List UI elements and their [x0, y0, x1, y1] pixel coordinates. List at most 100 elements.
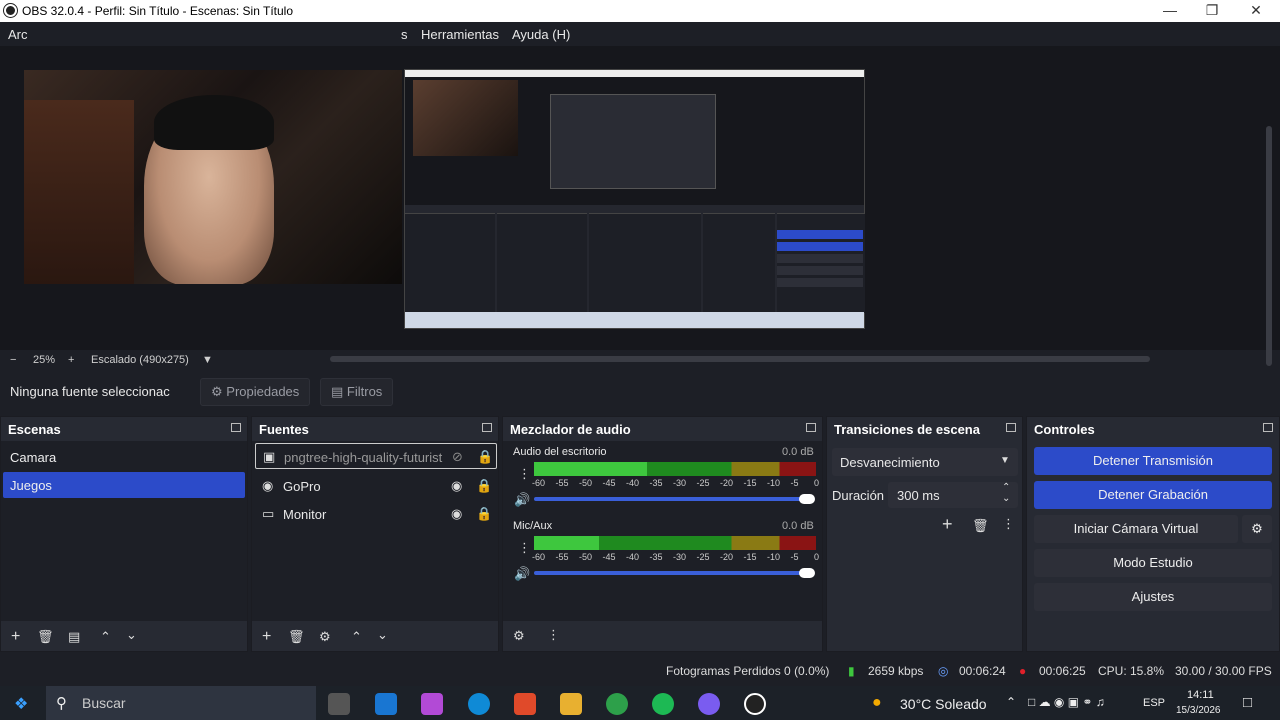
speaker-icon[interactable]: 🔊	[514, 566, 530, 582]
stop-stream-button[interactable]: Detener Transmisión	[1034, 447, 1272, 475]
undock-icon[interactable]	[1006, 423, 1016, 432]
mixer-settings-icon[interactable]: ⚙	[513, 628, 525, 644]
scene-item-selected[interactable]: Juegos	[3, 472, 245, 498]
speaker-icon[interactable]: 🔊	[514, 492, 530, 508]
preview-horizontal-scrollbar[interactable]	[330, 356, 1150, 362]
stepper-down-icon[interactable]: ⌄	[1002, 493, 1010, 504]
language-indicator[interactable]: ESP	[1143, 697, 1165, 709]
studio-mode-button[interactable]: Modo Estudio	[1034, 549, 1272, 577]
close-icon[interactable]: ✕	[1234, 0, 1278, 22]
minimize-icon[interactable]: —	[1148, 0, 1192, 22]
discord-icon[interactable]	[698, 693, 720, 715]
transition-select[interactable]: Desvanecimiento ▼	[832, 448, 1018, 476]
preview-vertical-scrollbar[interactable]	[1266, 126, 1272, 366]
filters-button[interactable]: ▤ Filtros	[320, 378, 394, 406]
zoom-out-button[interactable]: −	[10, 354, 16, 366]
move-up-icon[interactable]: ⌃	[100, 629, 111, 645]
windows-start-icon[interactable]: ❖	[14, 694, 28, 714]
scenes-title: Escenas	[8, 422, 61, 437]
more-options-icon[interactable]: ⋮	[518, 466, 531, 482]
settings-button[interactable]: Ajustes	[1034, 583, 1272, 611]
preview-canvas[interactable]	[0, 46, 1280, 366]
undock-icon[interactable]	[482, 423, 492, 432]
scene-item[interactable]: Camara	[3, 444, 245, 470]
menu-ayuda[interactable]: Ayuda (H)	[512, 27, 570, 42]
mail-icon[interactable]	[375, 693, 397, 715]
chevron-up-icon[interactable]: ⌃	[1006, 695, 1016, 709]
source-label: pngtree-high-quality-futurist	[284, 450, 443, 465]
virtual-cam-button[interactable]: Iniciar Cámara Virtual	[1034, 515, 1238, 543]
virtual-cam-settings-button[interactable]: ⚙	[1242, 515, 1272, 543]
channel-db: 0.0 dB	[782, 520, 814, 532]
stepper-up-icon[interactable]: ⌃	[1002, 482, 1010, 493]
volume-slider[interactable]	[534, 497, 806, 501]
trash-icon[interactable]: 🗑	[37, 629, 54, 645]
undock-icon[interactable]	[231, 423, 241, 432]
cpu-usage: CPU: 15.8%	[1098, 664, 1165, 678]
stop-record-button[interactable]: Detener Grabación	[1034, 481, 1272, 509]
camera-icon: ◉	[262, 478, 274, 493]
source-item[interactable]: ▭ Monitor ◉ 🔒	[255, 501, 497, 527]
eye-icon[interactable]: ◉	[451, 478, 462, 494]
store-icon[interactable]	[514, 693, 536, 715]
duration-field[interactable]: 300 ms ⌃ ⌄	[888, 482, 1018, 508]
task-view-icon[interactable]	[328, 693, 350, 715]
move-down-icon[interactable]: ⌄	[126, 627, 137, 643]
tray-icons[interactable]: □ ☁ ◉ ▣ ⚭ ♫	[1028, 695, 1105, 709]
scale-mode: Escalado (490x275)	[91, 354, 189, 366]
volume-slider[interactable]	[534, 571, 806, 575]
gear-icon[interactable]: ⚙	[319, 629, 331, 645]
stream-time: 00:06:24	[959, 664, 1006, 678]
trash-icon[interactable]: 🗑	[288, 629, 305, 645]
edge-icon[interactable]	[468, 693, 490, 715]
meter-level	[534, 462, 647, 476]
obs-taskbar-icon[interactable]	[744, 693, 766, 715]
chrome-icon[interactable]	[606, 693, 628, 715]
taskbar-search[interactable]: ⚲ Buscar	[46, 686, 316, 720]
undock-icon[interactable]	[806, 423, 816, 432]
lock-icon[interactable]: 🔒	[476, 478, 492, 494]
maximize-icon[interactable]: ❐	[1190, 0, 1234, 22]
add-source-icon[interactable]: +	[262, 628, 271, 646]
menu-partial[interactable]: s	[401, 27, 408, 42]
source-item-selected[interactable]: ▣ pngtree-high-quality-futurist ⊘ 🔒	[255, 443, 497, 469]
transitions-title: Transiciones de escena	[834, 422, 980, 437]
add-scene-icon[interactable]: +	[11, 628, 20, 646]
trash-icon[interactable]: 🗑	[972, 518, 989, 534]
scale-tick: -60	[532, 478, 546, 488]
notification-icon[interactable]: □	[1243, 694, 1252, 711]
lock-icon[interactable]: 🔒	[477, 449, 493, 465]
scenes-dock: Escenas Camara Juegos + 🗑 ▤ ⌃ ⌄	[0, 416, 248, 652]
source-item[interactable]: ◉ GoPro ◉ 🔒	[255, 473, 497, 499]
properties-button[interactable]: ⚙ Propiedades	[200, 378, 311, 406]
filter-icon[interactable]: ▤	[68, 629, 80, 645]
scale-dropdown-icon[interactable]: ▼	[202, 354, 213, 366]
clock-time[interactable]: 14:11	[1187, 689, 1214, 701]
window-title: OBS 32.0.4 - Perfil: Sin Título - Escena…	[22, 4, 294, 18]
eye-icon[interactable]: ◉	[451, 506, 462, 522]
eye-hidden-icon[interactable]: ⊘	[452, 449, 463, 465]
more-options-icon[interactable]: ⋮	[518, 540, 531, 556]
copilot-icon[interactable]	[421, 693, 443, 715]
scale-tick: -15	[743, 478, 757, 488]
move-down-icon[interactable]: ⌄	[377, 627, 388, 643]
volume-slider-knob[interactable]	[799, 494, 815, 504]
lock-icon[interactable]: 🔒	[476, 506, 492, 522]
nested-screen-capture	[404, 69, 865, 329]
weather-text[interactable]: 30°C Soleado	[900, 696, 987, 712]
explorer-icon[interactable]	[560, 693, 582, 715]
properties-label: Propiedades	[226, 384, 300, 399]
undock-icon[interactable]	[1263, 423, 1273, 432]
spotify-icon[interactable]	[652, 693, 674, 715]
filter-icon: ▤	[331, 384, 344, 399]
more-options-icon[interactable]: ⋮	[1002, 516, 1015, 532]
move-up-icon[interactable]: ⌃	[351, 629, 362, 645]
zoom-in-button[interactable]: +	[68, 354, 74, 366]
volume-slider-knob[interactable]	[799, 568, 815, 578]
source-label: GoPro	[283, 479, 321, 494]
add-transition-icon[interactable]: +	[942, 514, 953, 535]
menu-archivo[interactable]: Arc	[8, 27, 28, 42]
clock-date[interactable]: 15/3/2026	[1176, 705, 1221, 716]
menu-herramientas[interactable]: Herramientas	[421, 27, 499, 42]
more-options-icon[interactable]: ⋮	[547, 627, 560, 643]
